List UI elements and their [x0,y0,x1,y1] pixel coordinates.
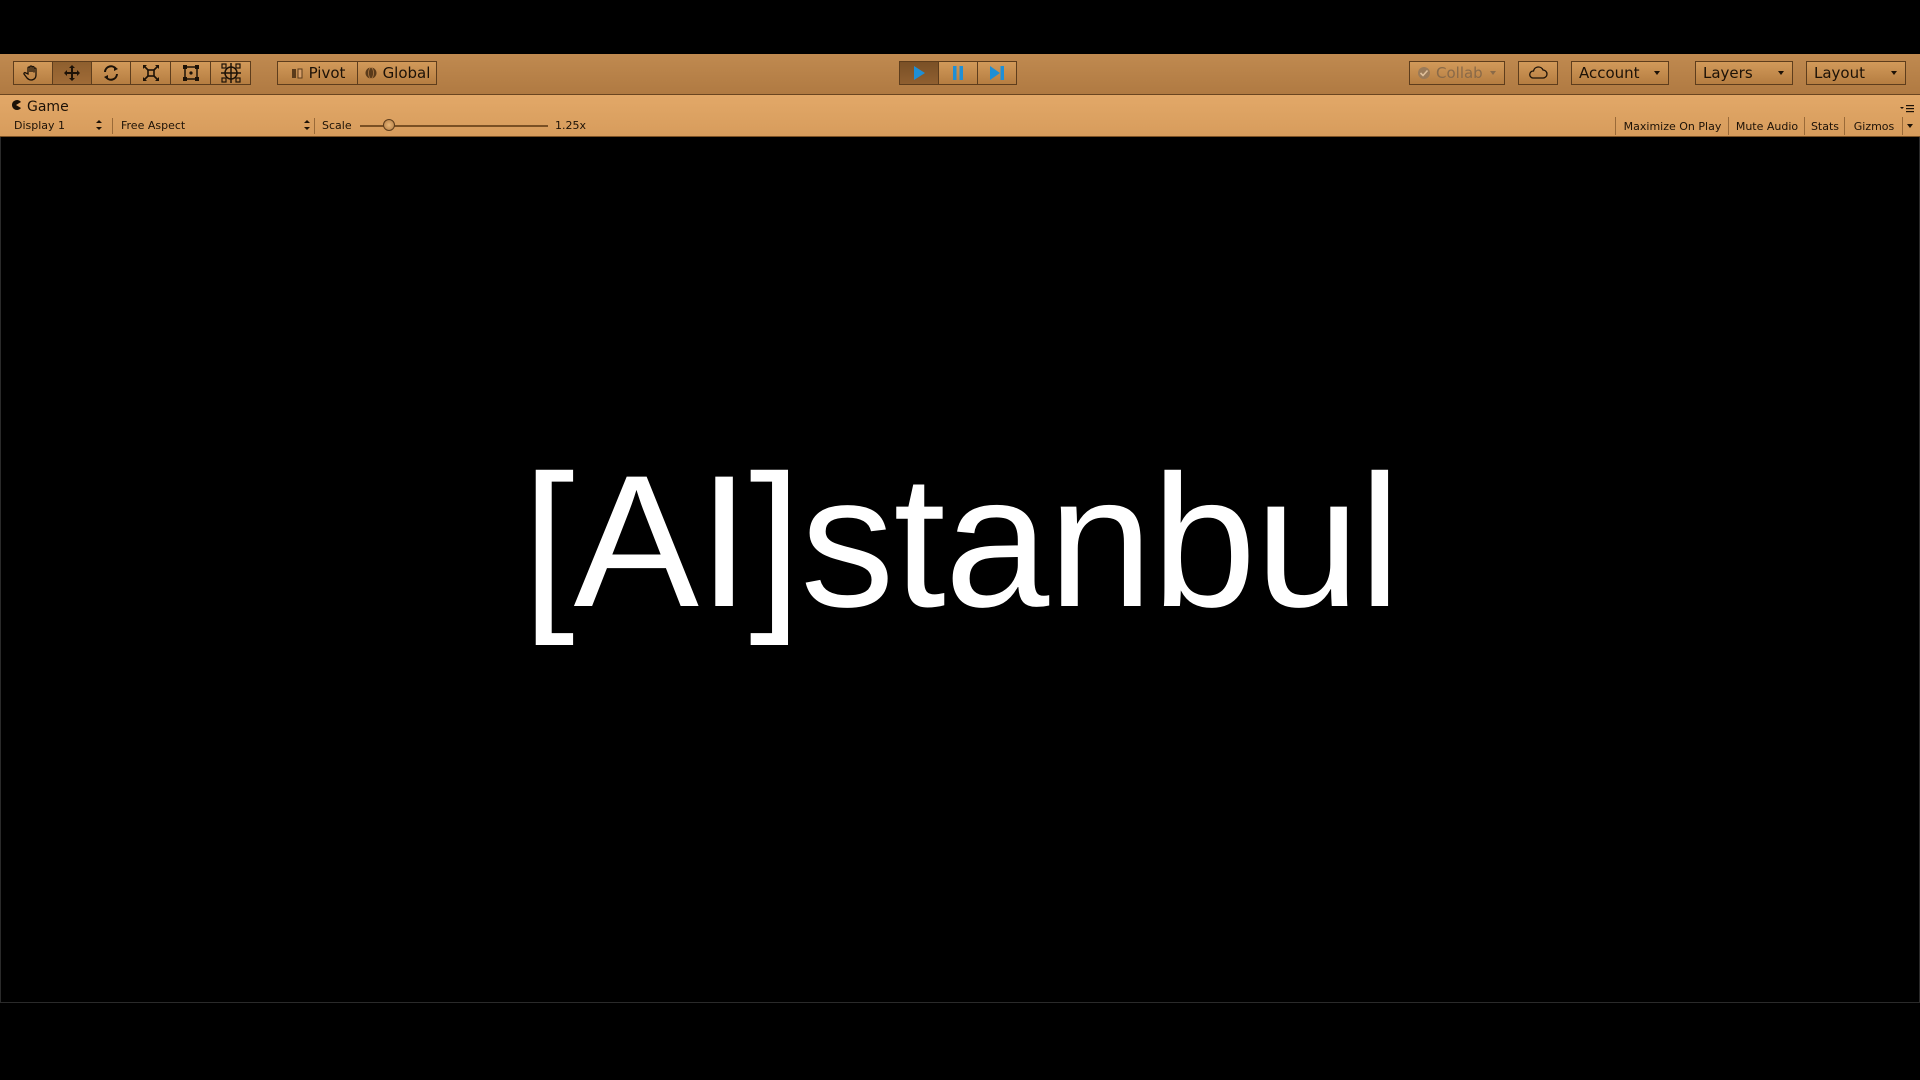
display-dropdown[interactable]: Display 1 [8,117,106,134]
pivot-icon [290,66,304,80]
divider [112,118,113,134]
tab-game-label: Game [27,99,69,115]
transform-tool-button[interactable] [210,61,251,85]
scale-value: 1.25x [555,119,587,132]
maximize-on-play-toggle[interactable]: Maximize On Play [1615,117,1729,135]
global-label: Global [382,64,431,82]
rect-tool-button[interactable] [170,61,211,85]
pause-icon [949,64,967,82]
aspect-label: Free Aspect [121,119,186,132]
aspect-dropdown[interactable]: Free Aspect [114,117,314,134]
move-tool-button[interactable] [52,61,92,85]
rotate-tool-button[interactable] [91,61,131,85]
collab-label: Collab [1436,64,1483,82]
step-button[interactable] [977,61,1017,85]
unity-editor-screen: Pivot Global Collab Account Layers Layou… [0,0,1920,1080]
chevron-down-icon [1778,71,1784,75]
hand-tool-button[interactable] [13,61,53,85]
main-toolbar: Pivot Global Collab Account Layers Layou… [0,54,1920,95]
pacman-game-icon [10,99,22,115]
scale-label: Scale [322,119,352,132]
layers-label: Layers [1703,64,1753,82]
account-dropdown[interactable]: Account [1571,61,1669,85]
step-icon [988,64,1006,82]
check-circle-icon [1417,66,1431,80]
display-label: Display 1 [14,119,66,132]
pause-button[interactable] [938,61,978,85]
collab-dropdown[interactable]: Collab [1409,61,1505,85]
scale-slider[interactable] [360,116,548,135]
scale-icon [141,63,161,83]
layout-dropdown[interactable]: Layout [1806,61,1906,85]
cloud-icon [1527,66,1549,80]
transform-icon [220,62,242,84]
pivot-label: Pivot [308,64,346,82]
play-button[interactable] [899,61,939,85]
mute-audio-toggle[interactable]: Mute Audio [1728,117,1805,135]
game-window-header: Game Display 1 Free Aspect Scale 1.25x M… [0,95,1920,137]
cloud-button[interactable] [1518,61,1558,85]
play-icon [910,64,928,82]
layout-label: Layout [1814,64,1865,82]
move-arrows-icon [62,63,82,83]
global-toggle-button[interactable]: Global [357,61,437,85]
rotate-icon [101,63,121,83]
layers-dropdown[interactable]: Layers [1695,61,1793,85]
divider [314,118,315,134]
chevron-down-icon [1654,71,1660,75]
maximize-label: Maximize On Play [1623,119,1722,133]
up-down-arrows-icon [304,120,310,130]
chevron-down-icon [1907,124,1913,128]
mute-label: Mute Audio [1735,119,1799,133]
pivot-toggle-button[interactable]: Pivot [277,61,358,85]
game-title-text: [AI]stanbul [522,436,1400,646]
tab-game[interactable]: Game [10,98,69,116]
globe-icon [364,66,378,80]
stats-label: Stats [1810,119,1840,133]
gizmos-label: Gizmos [1853,119,1895,133]
scale-tool-button[interactable] [130,61,171,85]
gizmos-toggle[interactable]: Gizmos [1844,117,1903,135]
scale-slider-thumb[interactable] [383,119,395,131]
game-controls-row: Display 1 Free Aspect Scale 1.25x Maximi… [0,116,1920,135]
game-view[interactable]: [AI]stanbul [0,137,1920,1003]
gizmos-dropdown-button[interactable] [1902,117,1917,135]
hand-icon [23,64,43,82]
chevron-down-icon [1891,71,1897,75]
stats-toggle[interactable]: Stats [1804,117,1845,135]
account-label: Account [1579,64,1640,82]
up-down-arrows-icon [96,120,102,130]
rect-transform-icon [181,63,201,83]
chevron-down-icon [1490,71,1496,75]
